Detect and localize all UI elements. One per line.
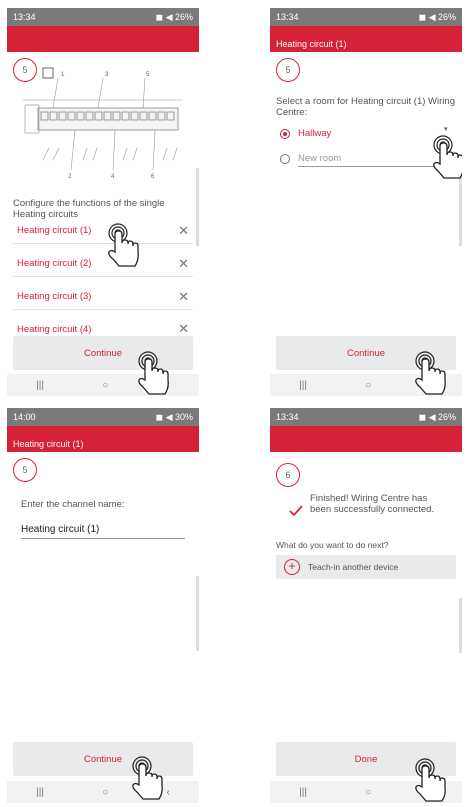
radio-new-room[interactable] — [280, 154, 290, 164]
panel-channel-name: 14:00 ◼ ◀ 30% Heating circuit (1) 5 Ente… — [7, 408, 199, 803]
checkmark-icon — [289, 505, 303, 517]
panel-configure-circuits: 13:34 ◼ ◀ 26% 5 1 3 5 2 4 6 Configure th… — [7, 8, 199, 398]
diagram-label-4: 4 — [111, 174, 115, 180]
radio-hallway[interactable] — [280, 129, 290, 139]
list-item-label: Heating circuit (1) — [17, 225, 92, 236]
plus-icon: + — [284, 559, 300, 575]
select-room-text: Select a room for Heating circuit (1) Wi… — [276, 96, 455, 118]
scrollbar[interactable] — [196, 576, 199, 651]
list-item-heating-circuit-3[interactable]: Heating circuit (3) ✕ — [13, 284, 193, 310]
android-nav-bar: ||| ○ ‹ — [7, 781, 199, 803]
tap-hand-icon — [433, 135, 462, 179]
recent-apps-button[interactable]: ||| — [36, 787, 44, 798]
scrollbar[interactable] — [459, 598, 462, 653]
list-item-label: Heating circuit (2) — [17, 258, 92, 269]
panel-select-room: 13:34 ◼ ◀ 26% Heating circuit (1) 5 Sele… — [270, 8, 462, 398]
app-bar-title: Heating circuit (1) — [13, 439, 84, 449]
new-room-underline — [298, 166, 440, 167]
home-button[interactable]: ○ — [102, 380, 108, 391]
diagram-label-3: 3 — [105, 72, 109, 78]
app-bar — [270, 426, 462, 452]
channel-name-underline — [21, 538, 185, 539]
scrollbar[interactable] — [196, 168, 199, 246]
diagram-label-5: 5 — [146, 72, 150, 78]
tap-hand-icon — [108, 223, 139, 267]
status-time: 13:34 — [13, 12, 36, 22]
step-indicator: 5 — [276, 58, 300, 82]
close-icon[interactable]: ✕ — [178, 289, 189, 305]
list-item-heating-circuit-2[interactable]: Heating circuit (2) ✕ — [13, 251, 193, 277]
configure-intro-text: Configure the functions of the single He… — [13, 198, 165, 220]
status-bar: 14:00 ◼ ◀ 30% — [7, 408, 199, 426]
teach-in-button[interactable]: + Teach-in another device — [276, 555, 456, 579]
back-button[interactable]: ‹ — [167, 787, 170, 798]
wiring-centre-diagram: 1 3 5 2 4 6 — [23, 67, 183, 180]
home-button[interactable]: ○ — [365, 380, 371, 391]
tap-hand-icon — [138, 351, 169, 395]
list-item-label: Heating circuit (3) — [17, 291, 92, 302]
home-button[interactable]: ○ — [365, 787, 371, 798]
list-item-heating-circuit-1[interactable]: Heating circuit (1) ✕ — [13, 218, 193, 244]
close-icon[interactable]: ✕ — [178, 223, 189, 239]
status-icons: ◼ ◀ 26% — [155, 11, 193, 22]
diagram-label-2: 2 — [68, 174, 72, 180]
tap-hand-icon — [415, 758, 446, 802]
app-bar: Heating circuit (1) — [270, 26, 462, 52]
channel-name-prompt: Enter the channel name: — [21, 499, 125, 510]
app-bar: Heating circuit (1) — [7, 426, 199, 452]
channel-name-input[interactable]: Heating circuit (1) — [21, 524, 99, 535]
step-indicator: 5 — [13, 458, 37, 482]
status-icons: ◼ ◀ 26% — [418, 411, 456, 422]
status-icons: ◼ ◀ 30% — [155, 411, 193, 422]
home-button[interactable]: ○ — [102, 787, 108, 798]
status-time: 13:34 — [276, 412, 299, 422]
status-bar: 13:34 ◼ ◀ 26% — [7, 8, 199, 26]
status-bar: 13:34 ◼ ◀ 26% — [270, 8, 462, 26]
diagram-label-6: 6 — [151, 174, 155, 180]
new-room-input[interactable]: New room — [298, 153, 341, 164]
recent-apps-button[interactable]: ||| — [36, 380, 44, 391]
teach-in-label: Teach-in another device — [308, 562, 399, 572]
option-hallway-label[interactable]: Hallway — [298, 128, 331, 139]
close-icon[interactable]: ✕ — [178, 321, 189, 337]
finished-message: Finished! Wiring Centre has been success… — [310, 493, 435, 515]
step-indicator: 6 — [276, 463, 300, 487]
recent-apps-button[interactable]: ||| — [299, 380, 307, 391]
status-bar: 13:34 ◼ ◀ 26% — [270, 408, 462, 426]
app-bar-title: Heating circuit (1) — [276, 39, 347, 49]
status-icons: ◼ ◀ 26% — [418, 11, 456, 22]
tap-hand-icon — [415, 351, 446, 395]
status-time: 14:00 — [13, 412, 36, 422]
app-bar — [7, 26, 199, 52]
close-icon[interactable]: ✕ — [178, 256, 189, 272]
list-item-label: Heating circuit (4) — [17, 323, 92, 335]
diagram-label-1: 1 — [61, 72, 65, 78]
recent-apps-button[interactable]: ||| — [299, 787, 307, 798]
panel-finished: 13:34 ◼ ◀ 26% 6 Finished! Wiring Centre … — [270, 408, 462, 803]
next-question: What do you want to do next? — [276, 540, 389, 550]
status-time: 13:34 — [276, 12, 299, 22]
tap-hand-icon — [132, 756, 163, 800]
